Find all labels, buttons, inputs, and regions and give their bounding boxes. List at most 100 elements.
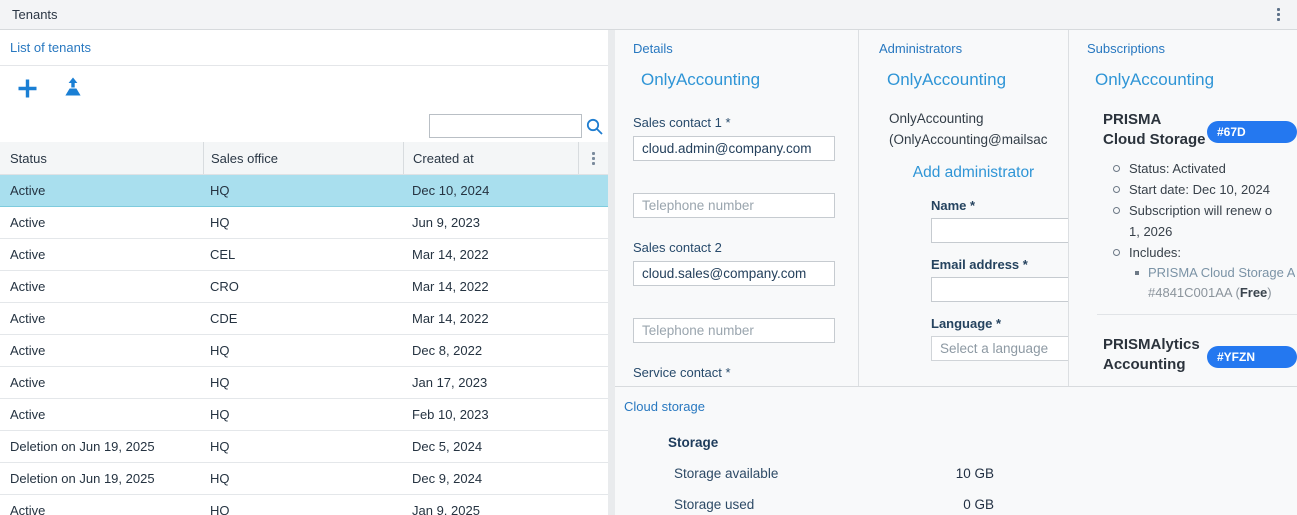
storage-used-value: 0 GB xyxy=(963,497,994,512)
cell-status: Active xyxy=(0,367,203,398)
cell-created: Dec 8, 2022 xyxy=(403,335,578,366)
search-icon[interactable] xyxy=(585,117,604,136)
storage-available-value: 10 GB xyxy=(956,466,994,481)
cell-created: Jan 9, 2025 xyxy=(403,495,578,515)
cell-office: HQ xyxy=(203,431,403,462)
administrator-email: (OnlyAccounting@mailsac xyxy=(889,129,1068,150)
tenants-app: Tenants List of tenants xyxy=(0,0,1297,515)
subscriptions-panel: Subscriptions OnlyAccounting PRISMA Clou… xyxy=(1068,30,1297,386)
cell-created: Dec 10, 2024 xyxy=(403,175,578,206)
sales-contact-2-label: Sales contact 2 xyxy=(633,240,838,255)
right-top-panels: Details OnlyAccounting Sales contact 1 *… xyxy=(615,30,1297,386)
subscriptions-tenant-name: OnlyAccounting xyxy=(1095,70,1297,90)
cell-created: Jun 9, 2023 xyxy=(403,207,578,238)
tenant-row[interactable]: ActiveHQJan 9, 2025 xyxy=(0,495,608,515)
cell-status: Active xyxy=(0,175,203,206)
square-bullet-icon xyxy=(1135,271,1139,275)
list-panel-title: List of tenants xyxy=(10,40,91,55)
administrators-tenant-name: OnlyAccounting xyxy=(887,70,1068,90)
cloud-storage-title: Cloud storage xyxy=(624,399,1297,414)
administrator-name: OnlyAccounting xyxy=(889,108,1068,129)
divider xyxy=(1097,314,1297,315)
list-toolbar xyxy=(0,66,608,110)
cell-office: HQ xyxy=(203,367,403,398)
cell-spacer xyxy=(578,367,608,398)
main-content: List of tenants xyxy=(0,30,1297,515)
subscription-includes-label: Includes: xyxy=(1111,242,1297,263)
storage-used-label: Storage used xyxy=(674,497,754,512)
cell-created: Dec 5, 2024 xyxy=(403,431,578,462)
email-input[interactable] xyxy=(931,277,1068,302)
tenant-row[interactable]: ActiveCDEMar 14, 2022 xyxy=(0,303,608,335)
cell-created: Jan 17, 2023 xyxy=(403,367,578,398)
search-row xyxy=(0,110,608,142)
column-header-sales-office[interactable]: Sales office xyxy=(203,142,403,174)
cell-spacer xyxy=(578,335,608,366)
subscription-include-item: PRISMA Cloud Storage A #4841C001AA (Free… xyxy=(1135,263,1297,302)
column-header-status[interactable]: Status xyxy=(0,142,203,174)
tenant-row[interactable]: Deletion on Jun 19, 2025HQDec 5, 2024 xyxy=(0,431,608,463)
cell-status: Active xyxy=(0,335,203,366)
cell-spacer xyxy=(578,399,608,430)
tenant-row[interactable]: ActiveCELMar 14, 2022 xyxy=(0,239,608,271)
column-header-created-at[interactable]: Created at xyxy=(403,142,578,174)
sales-contact-1-input[interactable] xyxy=(633,136,835,161)
storage-available-row: Storage available 10 GB xyxy=(674,466,994,481)
subscriptions-title: Subscriptions xyxy=(1087,41,1297,56)
tenant-row[interactable]: ActiveHQJan 17, 2023 xyxy=(0,367,608,399)
language-select[interactable]: Select a language xyxy=(931,336,1068,361)
cell-status: Active xyxy=(0,207,203,238)
subscription-badge: #67D xyxy=(1207,121,1297,143)
tenant-row[interactable]: ActiveCROMar 14, 2022 xyxy=(0,271,608,303)
column-options-icon[interactable] xyxy=(587,149,600,168)
sales-contact-2-input[interactable] xyxy=(633,261,835,286)
storage-used-row: Storage used 0 GB xyxy=(674,497,994,512)
tenant-row[interactable]: ActiveHQJun 9, 2023 xyxy=(0,207,608,239)
subscription-details-list: Status: Activated Start date: Dec 10, 20… xyxy=(1111,158,1297,263)
cell-office: HQ xyxy=(203,335,403,366)
name-input[interactable] xyxy=(931,218,1068,243)
tenant-table-body: ActiveHQDec 10, 2024ActiveHQJun 9, 2023A… xyxy=(0,175,608,515)
sales-contact-2-phone-input[interactable] xyxy=(633,318,835,343)
service-contact-label: Service contact * xyxy=(633,365,838,380)
add-tenant-button[interactable] xyxy=(12,73,42,103)
cell-created: Mar 14, 2022 xyxy=(403,303,578,334)
import-tenant-button[interactable] xyxy=(58,73,88,103)
search-input[interactable] xyxy=(429,114,582,138)
cell-office: HQ xyxy=(203,495,403,515)
add-administrator-link[interactable]: Add administrator xyxy=(879,164,1068,182)
sales-contact-1-label: Sales contact 1 * xyxy=(633,115,838,130)
subscription-name: PRISMAlytics Accounting xyxy=(1103,335,1207,375)
sales-contact-1-phone-input[interactable] xyxy=(633,193,835,218)
subscription-renewal: Subscription will renew o 1, 2026 xyxy=(1111,200,1297,242)
tenant-row[interactable]: Deletion on Jun 19, 2025HQDec 9, 2024 xyxy=(0,463,608,495)
cell-created: Feb 10, 2023 xyxy=(403,399,578,430)
right-area: Details OnlyAccounting Sales contact 1 *… xyxy=(615,30,1297,515)
cell-spacer xyxy=(578,239,608,270)
tenant-row[interactable]: ActiveHQFeb 10, 2023 xyxy=(0,399,608,431)
storage-available-label: Storage available xyxy=(674,466,778,481)
cell-office: CDE xyxy=(203,303,403,334)
subscription-badge: #YFZN xyxy=(1207,346,1297,368)
cell-spacer xyxy=(578,271,608,302)
cell-office: CRO xyxy=(203,271,403,302)
email-label: Email address * xyxy=(931,257,1068,272)
name-label: Name * xyxy=(931,198,1068,213)
cloud-storage-section: Cloud storage Storage Storage available … xyxy=(615,386,1297,515)
tenant-row[interactable]: ActiveHQDec 10, 2024 xyxy=(0,175,608,207)
cell-office: HQ xyxy=(203,463,403,494)
cell-spacer xyxy=(578,463,608,494)
tenant-row[interactable]: ActiveHQDec 8, 2022 xyxy=(0,335,608,367)
upload-icon xyxy=(61,76,85,100)
subscription-status: Status: Activated xyxy=(1111,158,1297,179)
cell-spacer xyxy=(578,431,608,462)
cell-status: Active xyxy=(0,399,203,430)
language-label: Language * xyxy=(931,316,1068,331)
cell-created: Mar 14, 2022 xyxy=(403,239,578,270)
cell-office: HQ xyxy=(203,175,403,206)
more-options-icon[interactable] xyxy=(1272,5,1285,24)
cell-office: HQ xyxy=(203,399,403,430)
cell-created: Mar 14, 2022 xyxy=(403,271,578,302)
page-title: Tenants xyxy=(12,7,58,22)
administrator-entry[interactable]: OnlyAccounting (OnlyAccounting@mailsac xyxy=(889,108,1068,150)
